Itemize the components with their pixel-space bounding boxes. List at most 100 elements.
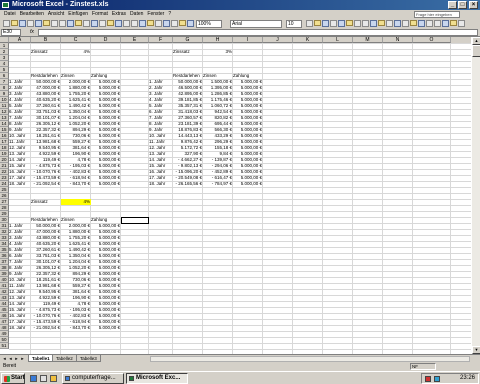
year-label[interactable]: 18. Jahr <box>9 325 31 331</box>
toolbar-button-icon[interactable] <box>51 20 58 27</box>
fx-icon[interactable]: fx <box>30 29 34 36</box>
toolbar-button-icon[interactable] <box>67 20 74 27</box>
menu-item[interactable]: Fenster <box>147 11 164 17</box>
toolbar-format-icon[interactable] <box>330 20 337 27</box>
start-button[interactable]: Start <box>1 373 25 384</box>
amount-cell[interactable]: 5.000,00 € <box>91 181 121 187</box>
toolbar-format-icon[interactable] <box>322 20 329 27</box>
selected-cell-e30[interactable] <box>121 217 149 224</box>
toolbar-format-icon[interactable] <box>442 20 449 27</box>
tab-tabelle3[interactable]: Tabelle3 <box>76 355 101 362</box>
amount-cell[interactable]: 5.000,00 € <box>233 181 263 187</box>
toolbar-button-icon[interactable] <box>155 20 162 27</box>
toolbar-format-icon[interactable] <box>386 20 393 27</box>
font-size-select[interactable]: 10 <box>286 20 302 28</box>
toolbar-button-icon[interactable] <box>27 20 34 27</box>
amount-cell[interactable]: - 26.165,56 € <box>173 181 203 187</box>
zinssatz-value[interactable]: 4% <box>61 49 91 55</box>
zoom-select[interactable]: 100% <box>196 20 222 28</box>
toolbar-button-icon[interactable] <box>187 20 194 27</box>
network-icon[interactable] <box>434 376 440 382</box>
toolbar-button-icon[interactable] <box>123 20 130 27</box>
toolbar-button-icon[interactable] <box>91 20 98 27</box>
formula-input[interactable] <box>38 29 478 36</box>
folder-icon[interactable] <box>50 375 57 382</box>
toolbar-button-icon[interactable] <box>35 20 42 27</box>
year-label[interactable]: 18. Jahr <box>149 181 173 187</box>
minimize-button[interactable]: _ <box>448 1 457 9</box>
tab-tabelle2[interactable]: Tabelle2 <box>52 355 77 362</box>
desktop-icon[interactable] <box>40 375 47 382</box>
cell-area[interactable]: Zinssatz 4% Restdarlehen Zinsen Zahlung 1. Ja… <box>9 43 471 354</box>
browser-icon[interactable] <box>30 375 37 382</box>
toolbar-format-icon[interactable] <box>410 20 417 26</box>
tab-tabelle1[interactable]: Tabelle1 <box>28 355 54 362</box>
toolbar-button-icon[interactable] <box>171 20 178 27</box>
toolbar-format-icon[interactable] <box>370 20 377 27</box>
taskbar-item-browser[interactable]: computerfrage... <box>62 373 124 384</box>
amount-cell[interactable]: - 843,70 € <box>61 325 91 331</box>
toolbar-format-icon[interactable] <box>450 20 457 26</box>
amount-cell[interactable]: 5.000,00 € <box>91 325 121 331</box>
toolbar-button-icon[interactable] <box>83 20 90 27</box>
vertical-scrollbar[interactable]: ▲ ▼ <box>471 37 480 354</box>
toolbar-format-icon[interactable] <box>362 20 369 27</box>
toolbar-format-icon[interactable] <box>314 20 321 26</box>
toolbar-format-icon[interactable] <box>306 20 313 27</box>
toolbar-format-icon[interactable] <box>426 20 433 27</box>
toolbar-button-icon[interactable] <box>163 20 170 27</box>
toolbar-button-icon[interactable] <box>115 20 122 27</box>
toolbar-button-icon[interactable] <box>99 20 106 27</box>
zinssatz-label[interactable]: Zinssatz <box>31 49 61 55</box>
toolbar-format-icon[interactable] <box>354 20 361 27</box>
menu-item[interactable]: Ansicht <box>48 11 64 17</box>
scroll-up-icon[interactable]: ▲ <box>472 37 480 45</box>
toolbar-button-icon[interactable] <box>147 20 154 26</box>
zinssatz-label[interactable]: Zinssatz <box>173 49 203 55</box>
amount-cell[interactable]: - 21.092,54 € <box>31 181 61 187</box>
name-box[interactable]: E30 <box>1 29 21 36</box>
worksheet-grid[interactable]: ABCDEFGHIJKLMNO 1 2 3 4 5 6 7 8 9 10 11 12 13 14 15 16 1… <box>0 37 471 354</box>
toolbar-button-icon[interactable] <box>43 20 50 26</box>
scroll-thumb[interactable] <box>472 45 480 57</box>
toolbar-button-icon[interactable] <box>131 20 138 27</box>
scroll-down-icon[interactable]: ▼ <box>472 346 480 354</box>
toolbar-format-icon[interactable] <box>394 20 401 27</box>
amount-cell[interactable]: - 843,70 € <box>61 181 91 187</box>
menu-item[interactable]: Daten <box>130 11 143 17</box>
toolbar-format-icon[interactable] <box>338 20 345 27</box>
help-search-box[interactable]: Frage hier eingeben <box>414 11 460 18</box>
close-button[interactable]: × <box>469 1 478 9</box>
toolbar-button-icon[interactable] <box>59 20 66 27</box>
toolbar-format-icon[interactable] <box>402 20 409 27</box>
row-header[interactable]: 51 <box>0 343 9 349</box>
toolbar-button-icon[interactable] <box>11 20 18 26</box>
menu-item[interactable]: Bearbeiten <box>20 11 44 17</box>
amount-cell[interactable]: - 784,97 € <box>203 181 233 187</box>
toolbar-format-icon[interactable] <box>434 20 441 27</box>
year-label[interactable]: 18. Jahr <box>9 181 31 187</box>
taskbar-item-excel[interactable]: Microsoft Exc... <box>126 373 188 384</box>
maximize-button[interactable]: □ <box>458 1 467 9</box>
amount-cell[interactable]: - 21.092,54 € <box>31 325 61 331</box>
menu-item[interactable]: Datei <box>4 11 16 17</box>
zinssatz-label[interactable]: Zinssatz <box>31 199 61 205</box>
toolbar-format-icon[interactable] <box>418 20 425 27</box>
security-icon[interactable] <box>425 376 431 382</box>
menu-item[interactable]: Einfügen <box>68 11 88 17</box>
toolbar-button-icon[interactable] <box>19 20 26 27</box>
menu-item[interactable]: Extras <box>112 11 126 17</box>
toolbar-button-icon[interactable] <box>75 20 82 26</box>
zinssatz-value[interactable]: 4% <box>61 199 91 205</box>
menu-item[interactable]: ? <box>168 11 171 17</box>
menu-item[interactable]: Format <box>92 11 108 17</box>
toolbar-button-icon[interactable] <box>139 20 146 27</box>
font-select[interactable]: Arial <box>230 20 282 28</box>
toolbar-button-icon[interactable] <box>179 20 186 26</box>
zinssatz-value[interactable]: 3% <box>203 49 233 55</box>
toolbar-button-icon[interactable] <box>3 20 10 27</box>
toolbar-format-icon[interactable] <box>458 20 465 27</box>
toolbar-format-icon[interactable] <box>378 20 385 26</box>
toolbar-format-icon[interactable] <box>346 20 353 26</box>
toolbar-button-icon[interactable] <box>107 20 114 26</box>
